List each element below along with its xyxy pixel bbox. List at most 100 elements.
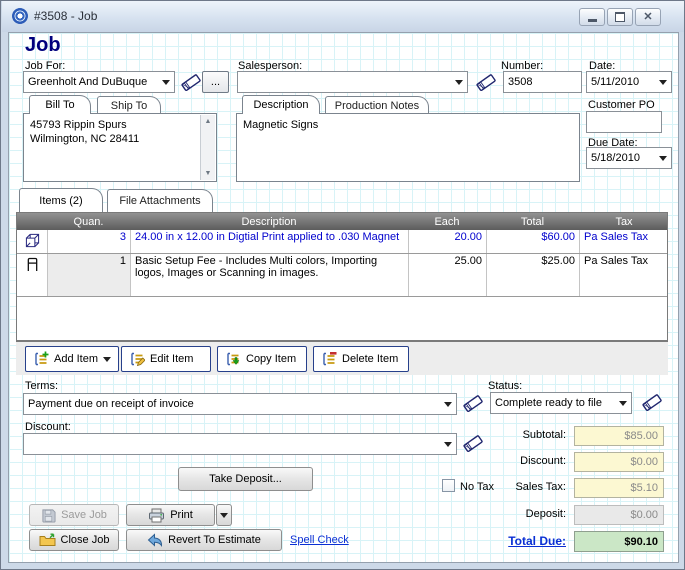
description-box[interactable]: Magnetic Signs [236,113,580,182]
tab-label: Items (2) [39,195,82,207]
add-item-icon [33,351,49,367]
restore-icon [615,12,625,22]
labels-icon[interactable] [181,74,202,91]
subtotal-field: $85.00 [574,426,664,446]
discount-combo[interactable] [23,433,457,455]
browse-customer-button[interactable]: ... [202,71,229,93]
terms-label: Terms: [25,380,58,392]
total-due-link[interactable]: Total Due: [439,534,566,548]
deposit-field: $0.00 [574,505,664,525]
customer-po-field[interactable] [586,111,662,133]
print-button[interactable]: Print [126,504,215,526]
bill-to-scrollbar[interactable]: ▲ ▼ [200,115,215,180]
add-item-button[interactable]: Add Item [25,346,119,372]
minimize-button[interactable] [579,8,605,26]
button-label: Revert To Estimate [168,534,261,546]
col-description: Description [130,216,408,228]
button-label: Edit Item [150,353,193,365]
status-combo[interactable]: Complete ready to file [490,392,632,414]
col-quan: Quan. [47,216,130,228]
tab-description[interactable]: Description [242,95,320,114]
tab-label: File Attachments [119,195,200,207]
bill-to-line1: 45793 Rippin Spurs [30,118,127,132]
description-text: Magnetic Signs [243,118,318,132]
sales-tax-field: $5.10 [574,478,664,498]
tab-file-attachments[interactable]: File Attachments [107,189,213,212]
job-for-combo[interactable]: Greenholt And DuBuque [23,71,175,93]
save-job-button[interactable]: Save Job [29,504,119,526]
discount-combo-label: Discount: [25,421,71,433]
chevron-down-icon [444,442,452,447]
chevron-down-icon [444,402,452,407]
button-label: Add Item [54,353,98,365]
col-tax: Tax [579,216,669,228]
row-each: 25.00 [408,254,486,296]
delete-item-icon [321,351,337,367]
date-combo[interactable]: 5/11/2010 [586,71,672,93]
row-quan: 3 [47,230,130,253]
scroll-up-icon[interactable]: ▲ [205,115,212,128]
close-job-button[interactable]: Close Job [29,529,119,551]
job-form: Job Job For: Greenholt And DuBuque ... S… [8,32,679,563]
chevron-down-icon [220,513,228,518]
discount-field: $0.00 [574,452,664,472]
items-table-header: Quan. Description Each Total Tax [17,213,667,230]
table-row[interactable]: 3 24.00 in x 12.00 in Digtial Print appl… [17,230,667,254]
restore-button[interactable] [607,8,633,26]
sales-tax-label: Sales Tax: [439,481,566,493]
job-window: #3508 - Job ✕ Job Job For: Greenholt And… [0,0,685,570]
button-label: Print [170,509,193,521]
total-due-value: $90.10 [624,536,658,548]
col-each: Each [408,216,486,228]
salesperson-combo[interactable] [237,71,468,93]
total-due-field: $90.10 [574,531,664,552]
titlebar[interactable]: #3508 - Job ✕ [2,1,685,32]
button-label: Close Job [61,534,110,546]
close-button[interactable]: ✕ [635,8,661,26]
copy-item-button[interactable]: Copy Item [217,346,307,372]
chevron-down-icon [455,80,463,85]
row-total: $25.00 [486,254,579,296]
tab-bill-to[interactable]: Bill To [29,95,91,114]
delete-item-button[interactable]: Delete Item [313,346,409,372]
take-deposit-button[interactable]: Take Deposit... [178,467,313,491]
page-title: Job [25,34,61,57]
status-value: Complete ready to file [495,397,602,409]
row-description: 24.00 in x 12.00 in Digtial Print applie… [130,230,408,253]
folder-icon [39,533,56,547]
row-each: 20.00 [408,230,486,253]
number-field[interactable]: 3508 [503,71,582,93]
save-icon [41,508,56,523]
revert-to-estimate-button[interactable]: Revert To Estimate [126,529,282,551]
tab-production-notes[interactable]: Production Notes [325,96,429,114]
date-value: 5/11/2010 [591,76,639,88]
edit-item-button[interactable]: Edit Item [121,346,211,372]
setup-item-icon [26,257,39,272]
col-total: Total [486,216,579,228]
bill-to-box[interactable]: 45793 Rippin Spurs Wilmington, NC 28411 … [23,113,217,182]
table-row[interactable]: 1 Basic Setup Fee - Includes Multi color… [17,254,667,297]
labels-icon[interactable] [476,74,497,91]
printer-icon [148,508,165,523]
close-icon: ✕ [643,12,652,23]
tab-items[interactable]: Items (2) [19,188,103,212]
status-label: Status: [488,380,522,392]
tab-ship-to[interactable]: Ship To [97,96,161,114]
scroll-down-icon[interactable]: ▼ [205,167,212,180]
chevron-down-icon [162,80,170,85]
chevron-down-icon [103,357,111,362]
spell-check-link[interactable]: Spell Check [290,534,349,546]
print-dropdown-button[interactable] [216,504,232,526]
due-date-combo[interactable]: 5/18/2010 [586,147,672,169]
terms-combo[interactable]: Payment due on receipt of invoice [23,393,457,415]
deposit-label: Deposit: [439,508,566,520]
button-label: Save Job [61,509,107,521]
discount-value: $0.00 [630,456,658,468]
button-label: Take Deposit... [209,473,282,485]
due-date-value: 5/18/2010 [591,152,640,164]
labels-icon[interactable] [463,395,484,412]
labels-icon[interactable] [642,394,663,411]
number-value: 3508 [508,76,532,88]
button-label: Copy Item [246,353,296,365]
window-title: #3508 - Job [34,1,97,32]
